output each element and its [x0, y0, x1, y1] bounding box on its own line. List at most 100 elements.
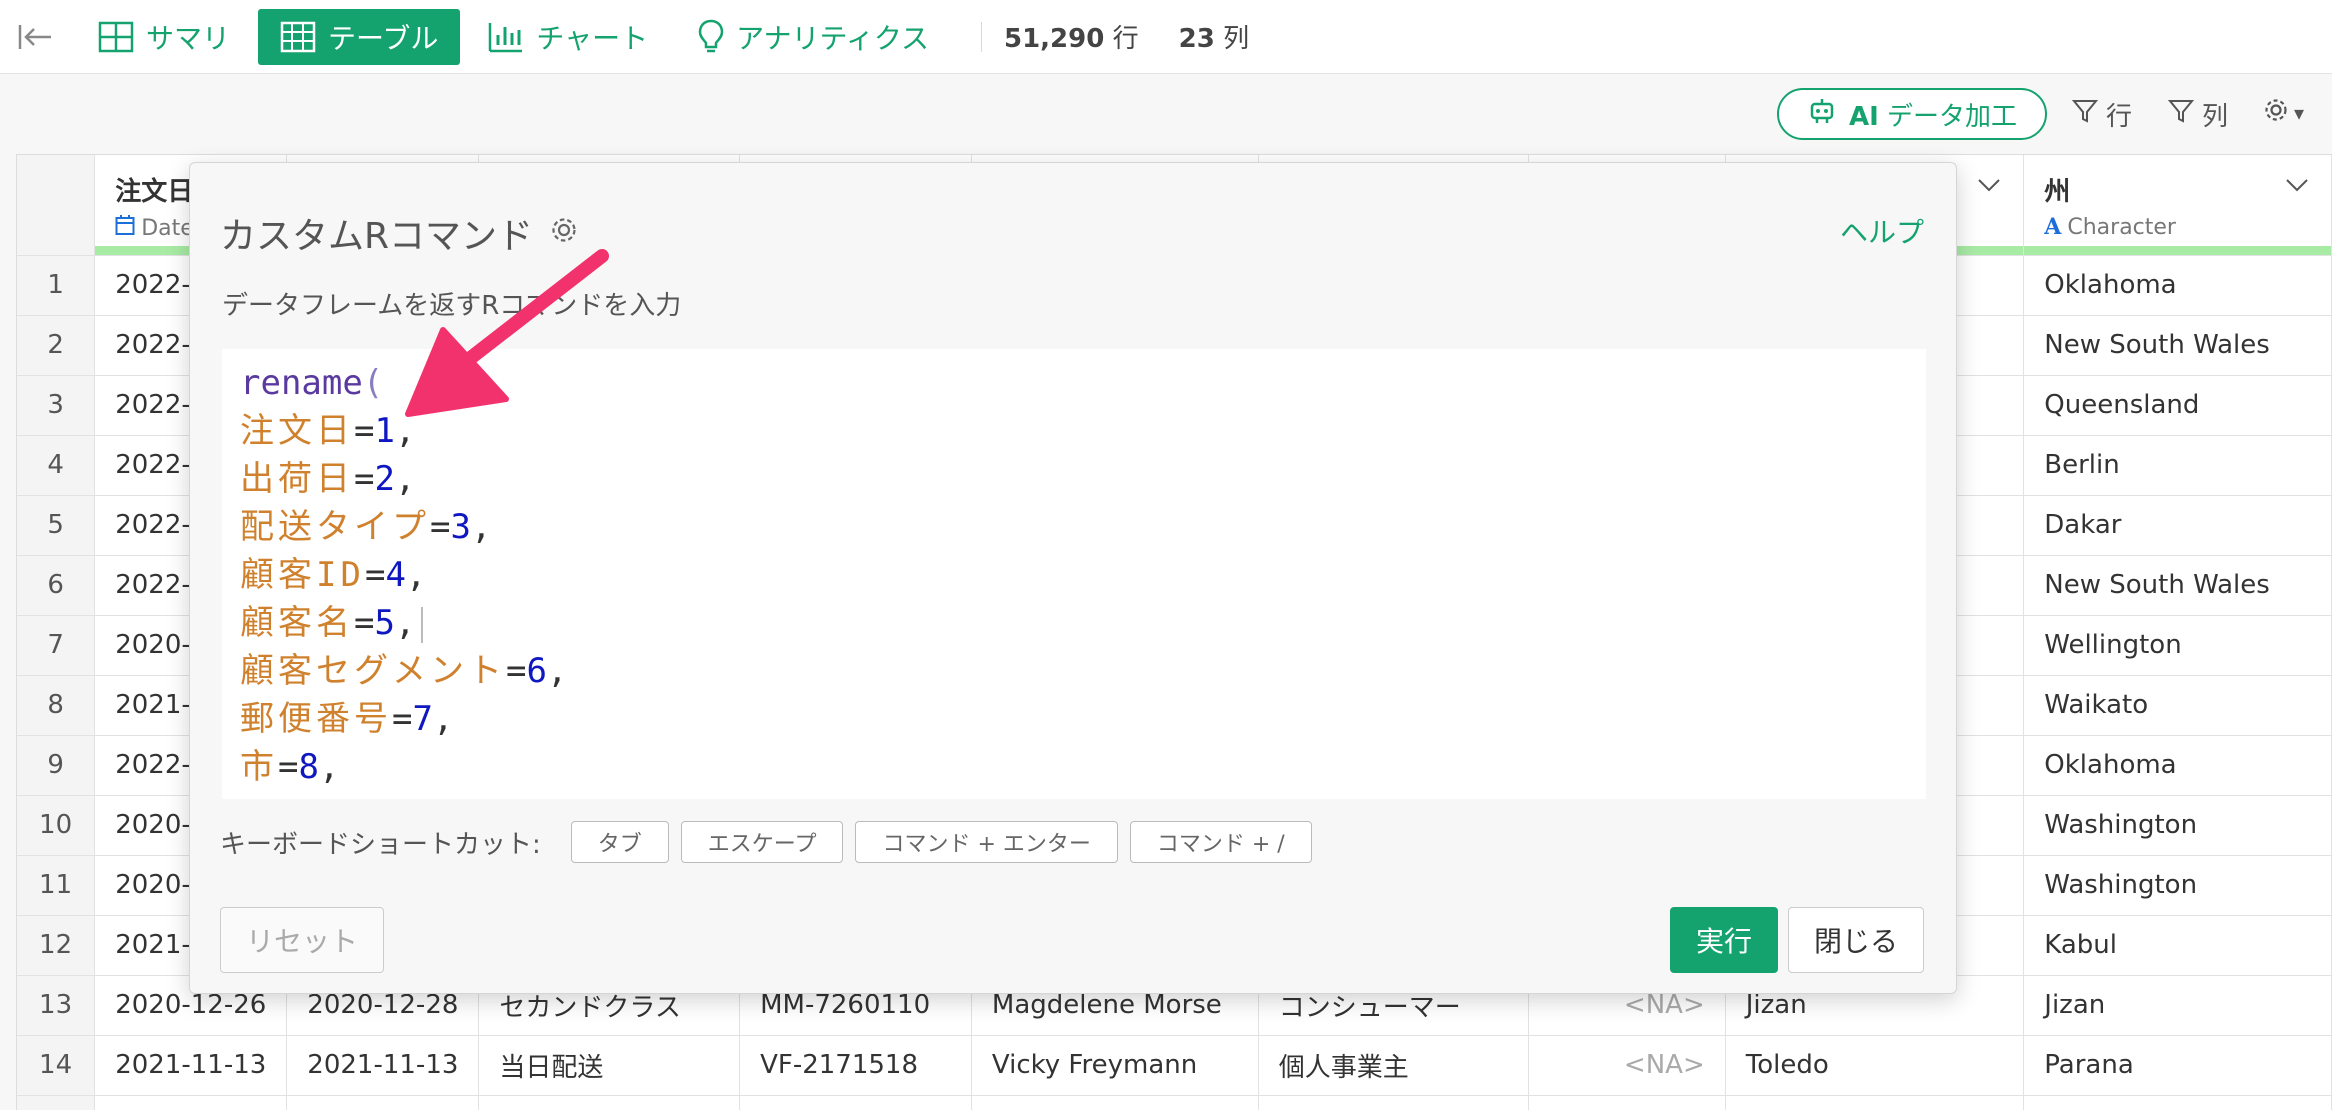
table-cell[interactable]: Queensland [2023, 375, 2332, 436]
tab-summary-label: サマリ [146, 21, 231, 55]
table-cell[interactable]: 当日配送 [478, 1035, 741, 1096]
code-number: 4 [385, 555, 406, 595]
row-number: 6 [17, 555, 96, 616]
table-cell[interactable]: Washington [2023, 795, 2332, 856]
table-cell[interactable]: 個人事業主 [1258, 1035, 1530, 1096]
table-row: 14 2021-11-13 2021-11-13 当日配送 VF-2171518 Vick… [17, 1035, 2332, 1096]
tab-table-label: テーブル [328, 21, 439, 55]
table-cell[interactable] [1725, 1095, 2025, 1110]
table-icon [280, 21, 316, 53]
table-cell[interactable] [2023, 1095, 2332, 1110]
code-line: 顧客名=5, [240, 599, 1926, 647]
table-cell[interactable]: Vicky Freymann [971, 1035, 1259, 1096]
type-bar [2024, 245, 2331, 254]
column-type-label: Character [2067, 214, 2176, 240]
chevron-down-icon[interactable] [2285, 177, 2309, 196]
column-header[interactable]: 州 A Character [2023, 155, 2332, 256]
table-cell[interactable]: Waikato [2023, 675, 2332, 736]
help-link[interactable]: ヘルプ [1840, 211, 1924, 251]
code-number: 8 [298, 747, 319, 787]
row-number: 9 [17, 735, 96, 796]
r-code-editor[interactable]: rename( 注文日=1, 出荷日=2, 配送タイプ=3, 顧客ID=4, 顧客名=5… [222, 349, 1926, 799]
table-cell[interactable]: Washington [2023, 855, 2332, 916]
filter-icon [2071, 98, 2099, 131]
dialog-title: カスタムRコマンド [220, 207, 579, 259]
row-number: 1 [17, 255, 96, 316]
row-count-unit: 行 [1112, 24, 1139, 54]
run-button[interactable]: 実行 [1670, 907, 1778, 973]
column-count-value: 23 [1178, 24, 1215, 54]
table-cell[interactable] [94, 1095, 288, 1110]
table-cell[interactable]: Toledo [1725, 1035, 2025, 1096]
top-toolbar: サマリ テーブル チャート アナリティクス 51,290 行 23 列 [0, 0, 2332, 74]
table-cell[interactable]: New South Wales [2023, 555, 2332, 616]
code-line: 出荷日=2, [240, 459, 416, 499]
column-filter-button[interactable]: 列 [2167, 96, 2229, 133]
tab-chart[interactable]: チャート [466, 9, 670, 65]
code-line: 注文日=1, [240, 411, 416, 451]
keyboard-shortcuts: キーボードショートカット: タブ エスケープ コマンド + エンター コマンド … [220, 821, 1312, 863]
table-cell[interactable]: New South Wales [2023, 315, 2332, 376]
row-number: 10 [17, 795, 96, 856]
column-count: 23 列 [1179, 18, 1249, 55]
shortcut-key: コマンド + エンター [855, 821, 1118, 863]
bar-chart-icon [488, 21, 524, 53]
row-number: 2 [17, 315, 96, 376]
table-cell[interactable] [739, 1095, 972, 1110]
table-cell[interactable]: Kabul [2023, 915, 2332, 976]
table-cell[interactable]: Berlin [2023, 435, 2332, 496]
row-number: 8 [17, 675, 96, 736]
column-name: 州 [2044, 177, 2071, 207]
table-cell[interactable]: VF-2171518 [739, 1035, 972, 1096]
table-cell[interactable] [971, 1095, 1259, 1110]
code-identifier: 注文日 [240, 411, 354, 451]
code-identifier: 市 [240, 747, 278, 787]
table-cell[interactable]: Dakar [2023, 495, 2332, 556]
code-function: rename [240, 363, 363, 403]
custom-r-command-dialog: カスタムRコマンド ヘルプ データフレームを返すRコマンドを入力 rename(… [189, 162, 1957, 994]
code-number: 7 [412, 699, 433, 739]
text-cursor [421, 606, 424, 643]
table-cell[interactable] [1258, 1095, 1530, 1110]
tab-analytics[interactable]: アナリティクス [676, 9, 951, 65]
column-filter-label: 列 [2202, 102, 2229, 132]
table-cell[interactable] [1528, 1095, 1726, 1110]
row-number [17, 1095, 96, 1110]
table-cell[interactable]: Jizan [2023, 975, 2332, 1036]
row-filter-button[interactable]: 行 [2071, 96, 2133, 133]
ai-prefix: AI [1848, 101, 1879, 132]
close-button[interactable]: 閉じる [1788, 907, 1924, 973]
gear-icon[interactable] [549, 213, 579, 254]
lightbulb-icon [698, 19, 724, 55]
table-cell[interactable]: <NA> [1528, 1035, 1726, 1096]
ai-data-wrangling-button[interactable]: AI データ加工 [1777, 88, 2047, 140]
table-cell[interactable] [478, 1095, 741, 1110]
row-filter-label: 行 [2106, 102, 2133, 132]
grid-icon [98, 21, 134, 53]
shortcut-key: タブ [570, 821, 669, 863]
table-cell[interactable]: Oklahoma [2023, 255, 2332, 316]
code-identifier: 顧客名 [240, 603, 354, 643]
table-cell[interactable] [286, 1095, 480, 1110]
code-line: 顧客ID=4, [240, 555, 427, 595]
table-cell[interactable]: 2021-11-13 [94, 1035, 288, 1096]
reset-button[interactable]: リセット [220, 907, 384, 973]
tab-table[interactable]: テーブル [258, 8, 461, 65]
caret-down-icon: ▾ [2294, 100, 2305, 125]
table-cell[interactable]: Wellington [2023, 615, 2332, 676]
code-number: 6 [526, 651, 547, 691]
code-line: 郵便番号=7, [240, 699, 454, 739]
table-cell[interactable]: 2021-11-13 [286, 1035, 480, 1096]
dialog-title-text: カスタムRコマンド [220, 216, 534, 257]
code-line: rename( [240, 363, 384, 403]
table-cell[interactable]: Oklahoma [2023, 735, 2332, 796]
tab-summary[interactable]: サマリ [76, 9, 252, 65]
settings-menu-button[interactable]: ▾ [2262, 96, 2304, 129]
code-number: 1 [374, 411, 395, 451]
chevron-down-icon[interactable] [1977, 177, 2001, 196]
table-cell[interactable]: Parana [2023, 1035, 2332, 1096]
code-identifier: 顧客ID [240, 555, 365, 595]
calendar-icon [115, 214, 135, 242]
collapse-back-icon[interactable] [0, 0, 70, 74]
character-type-icon: A [2044, 214, 2062, 240]
